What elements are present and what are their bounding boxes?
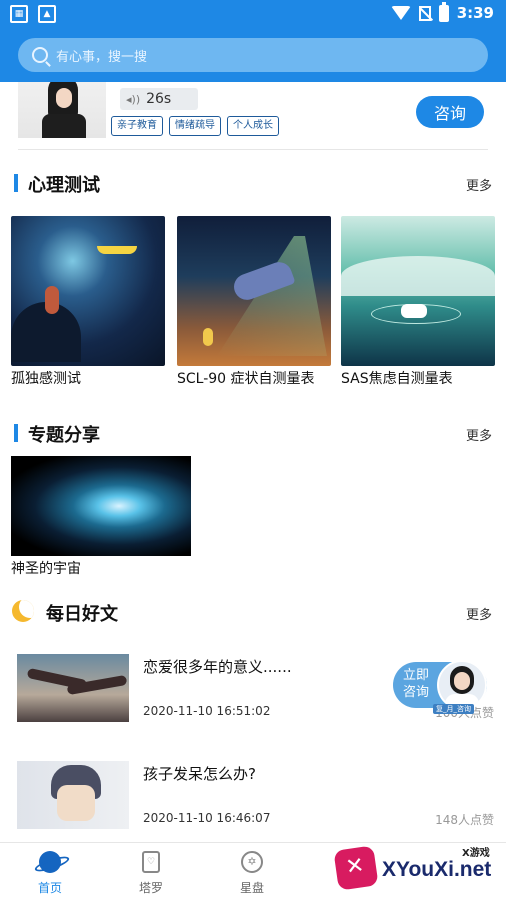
test-card-loneliness[interactable]: 孤独感测试 [11,216,165,388]
daily-more-link[interactable]: 更多 [466,604,492,623]
test-label: SCL-90 症状自测量表 [177,371,315,387]
wifi-icon [390,6,411,20]
section-marker [14,174,18,192]
section-title: 每日好文 [46,604,118,625]
test-card-scl90[interactable]: SCL-90 症状自测量表 [177,216,331,388]
section-tests-header: 心理测试 更多 [0,168,506,198]
star-chart-icon: ✡ [241,851,263,873]
topics-more-link[interactable]: 更多 [466,425,492,444]
tab-label: 首页 [37,881,62,895]
article-item[interactable]: 孩子发呆怎么办? 2020-11-10 16:46:07 148人点赞 [0,761,506,841]
tag: 个人成长 [227,116,279,136]
watermark-big: XYouXi.net [382,858,492,881]
audio-icon: ◂)) [126,92,141,106]
avatar-name-tag: 复_月_咨询 [433,704,474,714]
tests-more-link[interactable]: 更多 [466,175,492,194]
counselor-avatar [437,660,487,710]
image-notification-icon: ▲ [38,5,56,23]
test-image-sas [341,216,495,366]
tab-astrolabe[interactable]: ✡ 星盘 [207,843,297,900]
tab-label: 星盘 [239,881,264,895]
search-input[interactable]: 有心事，搜一搜 [18,38,488,72]
moon-icon [12,600,34,622]
tag: 亲子教育 [111,116,163,136]
search-icon [32,47,48,63]
tag: 情绪疏导 [169,116,221,136]
article-title: 恋爱很多年的意义...... [143,658,292,676]
floating-consult-label: 立即咨询 [403,668,430,700]
counselor-tags: 亲子教育 情绪疏导 个人成长 [111,116,279,136]
section-title: 心理测试 [28,175,100,196]
topic-label[interactable]: 神圣的宇宙 [11,558,81,578]
article-thumbnail [17,761,129,829]
watermark-logo [333,845,379,891]
no-sim-icon [418,5,431,21]
section-title: 专题分享 [28,425,100,446]
search-placeholder: 有心事，搜一搜 [56,49,148,65]
divider [18,149,488,150]
article-time: 2020-11-10 16:46:07 [143,811,271,825]
voice-duration: 26s [146,91,172,107]
battery-icon [438,1,449,22]
floating-consult-button[interactable]: 立即咨询 复_月_咨询 [393,660,487,714]
status-bar: ▦ ▲ 3:39 [0,0,506,30]
planet-icon [39,851,61,873]
section-marker [14,424,18,442]
watermark-small: X游戏 [462,848,490,859]
tab-label: 塔罗 [138,881,163,895]
test-label: SAS焦虑自测量表 [341,371,453,387]
article-time: 2020-11-10 16:51:02 [143,704,271,718]
watermark: X游戏 XYouXi.net [333,840,506,900]
status-time: 3:39 [456,4,494,22]
test-label: 孤独感测试 [11,371,81,387]
test-card-sas[interactable]: SAS焦虑自测量表 [341,216,495,388]
topic-image-universe[interactable] [11,456,191,556]
test-image-loneliness [11,216,165,366]
tarot-card-icon: ♡ [142,851,160,873]
tab-home[interactable]: 首页 [5,843,95,900]
voice-intro[interactable]: ◂)) 26s [120,88,198,110]
counselor-photo [18,82,106,138]
consult-button[interactable]: 咨询 [416,96,484,128]
counselor-card[interactable]: ◂)) 26s 亲子教育 情绪疏导 个人成长 咨询 [0,82,506,150]
tab-tarot[interactable]: ♡ 塔罗 [106,843,196,900]
article-title: 孩子发呆怎么办? [143,765,256,783]
article-likes: 148人点赞 [435,813,494,827]
test-image-scl90 [177,216,331,366]
notification-app-icon: ▦ [10,5,28,23]
article-thumbnail [17,654,129,722]
section-daily-header: 每日好文 更多 [0,597,506,627]
section-topics-header: 专题分享 更多 [0,418,506,448]
